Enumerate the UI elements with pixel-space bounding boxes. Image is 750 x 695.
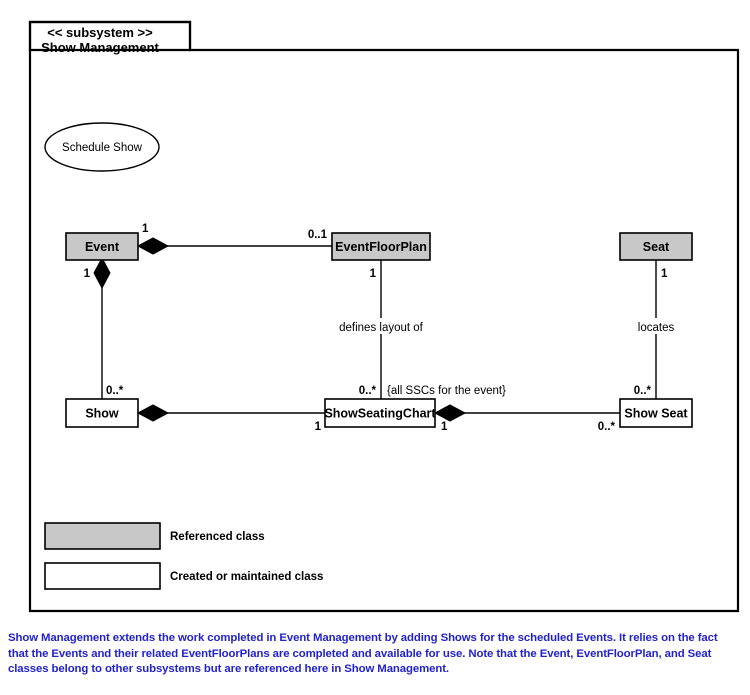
class-box-eventfloorplan[interactable]: EventFloorPlan [331, 232, 431, 261]
constraint-all-sscs-for-event: {all SSCs for the event} [387, 385, 506, 397]
legend-swatch-referenced [44, 522, 161, 550]
legend-swatch-created [44, 562, 161, 590]
aggregation-diamond-show-showseatingchart [136, 404, 170, 422]
multiplicity-show-top: 0..* [106, 385, 124, 397]
class-box-showseat[interactable]: Show Seat [619, 398, 693, 428]
multiplicity-eventfloorplan-bottom: 1 [370, 268, 377, 280]
class-label-seat: Seat [643, 240, 670, 254]
subsystem-name: Show Management [41, 40, 159, 55]
aggregation-diamond-event-show [93, 256, 111, 290]
multiplicity-showseatingchart-top: 0..* [359, 385, 377, 397]
class-box-showseatingchart[interactable]: ShowSeatingChart [324, 398, 436, 428]
class-label-show: Show [85, 406, 119, 420]
class-box-show[interactable]: Show [65, 398, 139, 428]
figure-caption: Show Management extends the work complet… [8, 632, 718, 676]
multiplicity-event-right: 1 [142, 223, 149, 235]
class-box-event[interactable]: Event [65, 232, 139, 261]
class-label-showseat: Show Seat [624, 406, 688, 420]
uml-class-diagram: << subsystem >> Show Management Schedule… [28, 20, 740, 613]
multiplicity-event-bottom: 1 [84, 268, 91, 280]
multiplicity-showseatingchart-left: 1 [315, 421, 322, 433]
legend-label-referenced: Referenced class [170, 531, 265, 543]
legend: Referenced class Created or maintained c… [44, 522, 323, 590]
association-label-defines-layout-of: defines layout of [339, 322, 424, 334]
aggregation-diamond-event-eventfloorplan [136, 237, 170, 255]
multiplicity-showseat-left: 0..* [598, 421, 616, 433]
multiplicity-seat-bottom: 1 [661, 268, 668, 280]
association-label-locates: locates [638, 322, 675, 334]
class-label-eventfloorplan: EventFloorPlan [335, 240, 427, 254]
use-case-schedule-show[interactable]: Schedule Show [44, 122, 160, 172]
diagram-root: << subsystem >> Show Management Schedule… [0, 0, 750, 695]
legend-item-referenced: Referenced class [44, 522, 265, 550]
class-label-showseatingchart: ShowSeatingChart [324, 406, 436, 420]
use-case-label: Schedule Show [62, 142, 143, 154]
multiplicity-showseat-top: 0..* [634, 385, 652, 397]
multiplicity-showseatingchart-right: 1 [441, 421, 448, 433]
legend-item-created: Created or maintained class [44, 562, 323, 590]
aggregation-diamond-showseatingchart-showseat [433, 404, 467, 422]
subsystem-stereotype: << subsystem >> [47, 25, 153, 40]
legend-label-created: Created or maintained class [170, 571, 323, 583]
multiplicity-eventfloorplan-left: 0..1 [308, 229, 328, 241]
class-label-event: Event [85, 240, 120, 254]
class-box-seat[interactable]: Seat [619, 232, 693, 261]
